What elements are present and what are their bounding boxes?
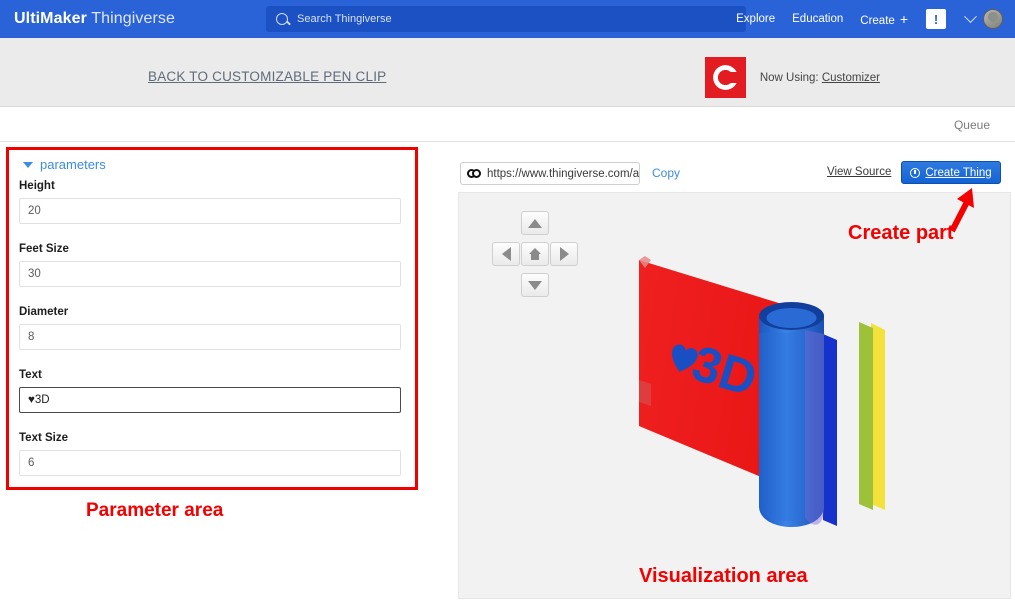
rotate-up-button[interactable]	[521, 211, 549, 235]
copy-link-button[interactable]: Copy	[652, 166, 680, 180]
field-label-text: Text	[19, 369, 42, 381]
info-icon	[910, 167, 921, 178]
nav-link-explore[interactable]: Explore	[736, 13, 775, 25]
model-preview[interactable]: 3D	[609, 238, 909, 568]
field-diameter: Diameter	[19, 306, 401, 350]
field-text: Text	[19, 369, 401, 413]
chevron-down-icon[interactable]	[964, 9, 977, 23]
triangle-left-icon	[501, 247, 511, 261]
back-to-thing-link[interactable]: BACK TO CUSTOMIZABLE PEN CLIP	[148, 69, 386, 84]
triangle-right-icon	[559, 247, 569, 261]
now-using-app-link[interactable]: Customizer	[822, 72, 880, 84]
now-using-text: Now Using: Customizer	[760, 72, 880, 84]
rotate-down-button[interactable]	[521, 273, 549, 297]
input-height[interactable]	[19, 198, 401, 224]
avatar[interactable]	[983, 9, 1003, 29]
queue-label[interactable]: Queue	[954, 118, 990, 132]
link-icon	[467, 169, 482, 178]
search-placeholder: Search Thingiverse	[297, 13, 392, 25]
home-icon	[528, 248, 542, 260]
notifications-badge[interactable]: !	[926, 9, 946, 29]
view-control-dpad	[492, 211, 578, 297]
model-plate-edge-mid	[639, 380, 651, 406]
model-cylinder-bore-inner	[766, 308, 817, 328]
input-feet-size[interactable]	[19, 261, 401, 287]
field-feet-size: Feet Size	[19, 243, 401, 287]
share-url-value: https://www.thingiverse.com/app	[487, 167, 640, 180]
app-root: UltiMaker Thingiverse Search Thingiverse…	[0, 0, 1015, 607]
model-cylinder-highlight	[759, 330, 805, 521]
annotation-arrow-icon	[949, 188, 974, 233]
field-label-height: Height	[19, 180, 55, 192]
model-strip-yellow	[871, 323, 885, 510]
create-thing-label: Create Thing	[925, 166, 992, 179]
view-source-link[interactable]: View Source	[827, 166, 891, 178]
model-cylinder-shade	[805, 330, 824, 525]
brand-name-light: Thingiverse	[91, 10, 176, 27]
create-thing-button[interactable]: Create Thing	[901, 161, 1001, 184]
triangle-down-icon	[528, 280, 542, 290]
now-using-prefix: Now Using:	[759, 71, 819, 84]
search-icon	[276, 13, 288, 25]
chevron-down-icon	[23, 161, 33, 168]
model-strip-green	[859, 322, 873, 510]
triangle-up-icon	[528, 218, 542, 228]
rotate-right-button[interactable]	[550, 242, 578, 266]
parameters-section-title: parameters	[40, 157, 106, 172]
nav-link-create[interactable]: Create +	[860, 12, 908, 27]
input-diameter[interactable]	[19, 324, 401, 350]
queue-bar: Queue	[0, 107, 1015, 142]
reset-view-button[interactable]	[521, 242, 549, 266]
share-url-field[interactable]: https://www.thingiverse.com/app	[460, 162, 640, 185]
top-navigation-bar: UltiMaker Thingiverse Search Thingiverse…	[0, 0, 1015, 38]
customizer-logo-icon	[704, 57, 746, 98]
field-text-size: Text Size	[19, 432, 401, 476]
field-height: Height	[19, 180, 401, 224]
top-nav-links: Explore Education Create + !	[719, 0, 1003, 38]
annotation-visualization-area: Visualization area	[639, 565, 808, 587]
input-text-size[interactable]	[19, 450, 401, 476]
field-label-diameter: Diameter	[19, 306, 69, 318]
nav-link-create-label: Create	[860, 14, 895, 27]
parameters-section-header[interactable]: parameters	[23, 157, 106, 172]
rotate-left-button[interactable]	[492, 242, 520, 266]
plus-icon: +	[899, 10, 908, 27]
search-input[interactable]: Search Thingiverse	[266, 6, 746, 32]
visualization-area[interactable]: 3D	[458, 192, 1011, 599]
field-label-feet-size: Feet Size	[19, 243, 69, 255]
parameter-panel: parameters Height Feet Size Diameter Tex…	[6, 147, 418, 490]
site-logo[interactable]: UltiMaker Thingiverse	[14, 10, 175, 28]
now-using-block: Now Using: Customizer	[704, 57, 880, 98]
model-strip-blue	[823, 334, 837, 526]
nav-link-education[interactable]: Education	[792, 13, 843, 25]
brand-name-bold: UltiMaker	[14, 10, 87, 27]
field-label-text-size: Text Size	[19, 432, 68, 444]
input-text[interactable]	[19, 387, 401, 413]
annotation-parameter-area: Parameter area	[86, 500, 224, 521]
